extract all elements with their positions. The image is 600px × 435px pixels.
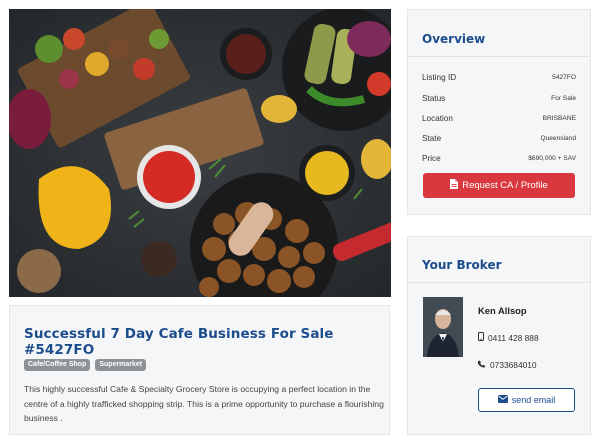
category-tag[interactable]: Cafe/Coffee Shop [24,359,91,371]
overview-value: Queensland [540,134,576,142]
overview-value: BRISBANE [542,114,576,122]
send-email-label: send email [511,395,556,405]
overview-card: Overview Listing ID 5427FO Status For Sa… [407,9,591,215]
listing-title[interactable]: Successful 7 Day Cafe Business For Sale … [24,326,389,358]
phone-icon [477,360,486,370]
overview-label: Status [422,93,446,103]
overview-row-location: Location BRISBANE [422,108,576,128]
overview-label: Location [422,113,453,123]
overview-row-status: Status For Sale [422,88,576,108]
request-ca-profile-button[interactable]: Request CA / Profile [423,173,575,198]
overview-value: For Sale [551,94,576,102]
broker-avatar [423,297,463,357]
file-icon [450,179,459,192]
overview-value: 5427FO [552,73,576,81]
broker-card: Your Broker Ken Allsop 0411 428 888 0733… [407,236,591,435]
mobile-phone-icon [478,332,484,343]
request-button-label: Request CA / Profile [462,180,548,191]
envelope-icon [497,395,508,405]
divider [408,56,590,57]
divider [408,282,590,283]
overview-value: $690,000 + SAV [528,154,576,162]
category-tags: Cafe/Coffee Shop Supermarket [24,359,147,371]
mobile-number: 0411 428 888 [488,332,539,343]
overview-label: Listing ID [422,72,457,82]
listing-description: This highly successful Cafe & Specialty … [24,384,384,423]
overview-row-state: State Queensland [422,128,576,148]
listing-summary-card: Successful 7 Day Cafe Business For Sale … [9,305,390,435]
broker-name: Ken Allsop [478,305,527,316]
category-tag[interactable]: Supermarket [95,359,147,371]
phone-number: 0733684010 [490,360,537,370]
broker-heading: Your Broker [422,258,502,272]
overview-label: Price [422,153,441,163]
broker-mobile[interactable]: 0411 428 888 [478,332,539,343]
overview-heading: Overview [422,32,486,46]
broker-phone[interactable]: 0733684010 [477,360,537,370]
overview-row-listing-id: Listing ID 5427FO [422,67,576,87]
overview-label: State [422,133,442,143]
send-email-button[interactable]: send email [478,388,575,412]
overview-row-price: Price $690,000 + SAV [422,148,576,168]
listing-hero-image [9,9,391,297]
